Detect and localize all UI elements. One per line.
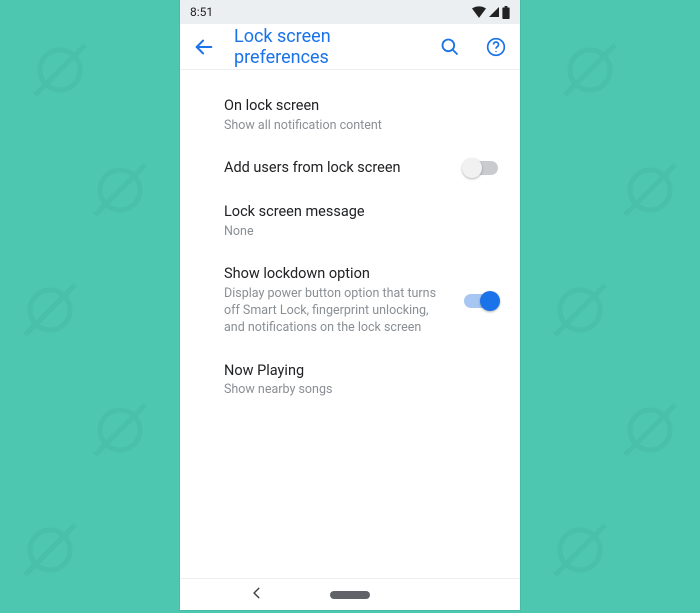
battery-icon bbox=[502, 6, 510, 19]
search-icon bbox=[440, 37, 460, 57]
help-button[interactable] bbox=[480, 31, 512, 63]
setting-subtitle: Show all notification content bbox=[224, 118, 454, 135]
navigation-bar bbox=[180, 578, 520, 610]
chevron-left-icon bbox=[250, 586, 264, 600]
switch-thumb bbox=[462, 158, 482, 178]
app-bar: Lock screen preferences bbox=[180, 24, 520, 70]
setting-title: On lock screen bbox=[224, 96, 498, 116]
status-indicators bbox=[472, 6, 510, 19]
status-bar: 8:51 bbox=[180, 0, 520, 24]
setting-title: Lock screen message bbox=[224, 202, 498, 222]
setting-add-users[interactable]: Add users from lock screen bbox=[180, 146, 520, 190]
search-button[interactable] bbox=[434, 31, 466, 63]
setting-title: Show lockdown option bbox=[224, 264, 452, 284]
setting-show-lockdown[interactable]: Show lockdown option Display power butto… bbox=[180, 252, 520, 348]
add-users-switch[interactable] bbox=[464, 161, 498, 175]
wifi-icon bbox=[472, 6, 486, 18]
settings-list: On lock screen Show all notification con… bbox=[180, 70, 520, 578]
switch-thumb bbox=[480, 291, 500, 311]
setting-subtitle: Show nearby songs bbox=[224, 382, 454, 399]
setting-now-playing[interactable]: Now Playing Show nearby songs bbox=[180, 349, 520, 411]
setting-title: Add users from lock screen bbox=[224, 158, 452, 178]
phone-frame: 8:51 Lock screen preferences On lock scr… bbox=[180, 0, 520, 610]
arrow-back-icon bbox=[193, 36, 215, 58]
setting-lock-screen-message[interactable]: Lock screen message None bbox=[180, 190, 520, 252]
setting-subtitle: None bbox=[224, 224, 454, 241]
status-time: 8:51 bbox=[190, 5, 213, 19]
nav-home-pill[interactable] bbox=[330, 591, 370, 599]
cell-signal-icon bbox=[488, 6, 500, 18]
setting-on-lock-screen[interactable]: On lock screen Show all notification con… bbox=[180, 84, 520, 146]
nav-back-button[interactable] bbox=[250, 585, 264, 604]
back-button[interactable] bbox=[188, 31, 220, 63]
setting-subtitle: Display power button option that turns o… bbox=[224, 286, 452, 337]
page-title: Lock screen preferences bbox=[234, 26, 420, 68]
show-lockdown-switch[interactable] bbox=[464, 294, 498, 308]
help-icon bbox=[486, 37, 506, 57]
setting-title: Now Playing bbox=[224, 361, 498, 381]
